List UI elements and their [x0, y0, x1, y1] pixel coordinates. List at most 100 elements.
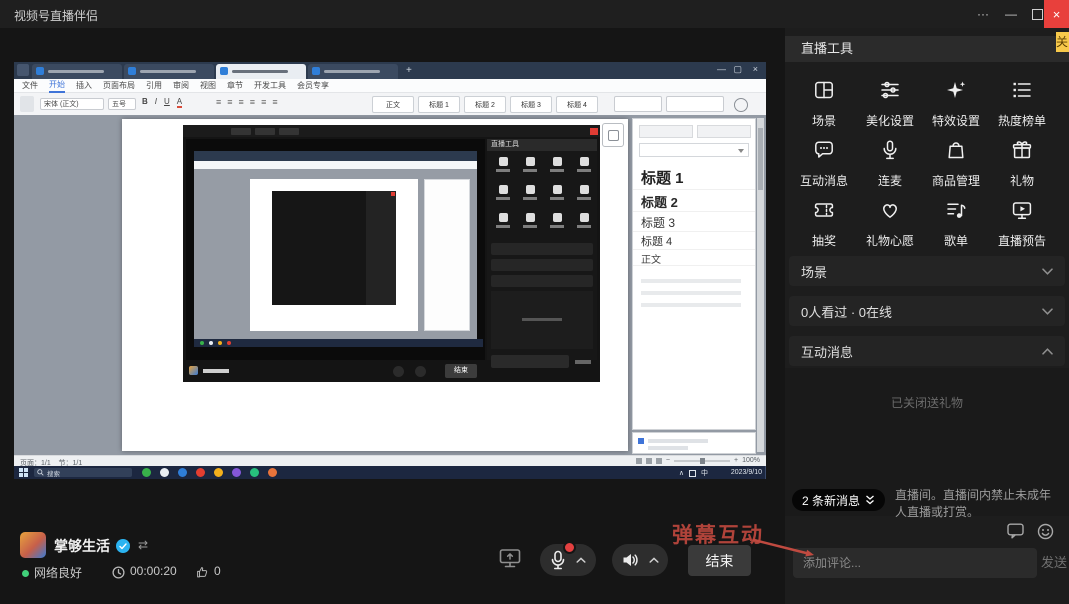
double-chevron-down-icon — [865, 495, 875, 505]
scrollbar-thumb — [758, 128, 763, 190]
send-button[interactable]: 发送 — [1041, 548, 1067, 578]
menu-item: 审阅 — [173, 79, 189, 92]
heat-ranking-icon — [1010, 78, 1034, 102]
tool-effects-settings[interactable]: 特效设置 — [923, 78, 989, 129]
style-item: 标题 2 — [633, 191, 755, 212]
windows-taskbar: 搜索 ∧ 中 2023/9/10 — [14, 466, 766, 479]
tool-gift-wishes[interactable]: 礼物心愿 — [857, 198, 923, 249]
style-chip: 标题 1 — [418, 96, 460, 113]
close-button[interactable]: × — [1044, 0, 1069, 28]
effects-sparkle-icon — [944, 78, 968, 102]
taskbar-app-icon — [250, 468, 259, 477]
menu-item: 章节 — [227, 79, 243, 92]
end-stream-button[interactable]: 结束 — [688, 545, 751, 576]
styles-pane: 标题 1 标题 2 标题 3 标题 4 正文 — [632, 118, 756, 430]
wps-tab-bar: + — ▢ × — [14, 62, 766, 79]
nested-tool-tile — [573, 213, 595, 228]
close-banner-tag[interactable]: 关 — [1056, 32, 1069, 52]
screen-share-button[interactable] — [498, 548, 522, 573]
live-room-notice: 直播间。直播间内禁止未成年 人直播或打赏。 — [895, 487, 1069, 521]
emoji-button[interactable] — [1037, 523, 1054, 545]
tool-scene[interactable]: 场景 — [791, 78, 857, 129]
nested-tool-tile — [546, 213, 568, 228]
section-interactive-messages[interactable]: 互动消息 — [789, 336, 1065, 366]
tool-label: 特效设置 — [923, 112, 989, 129]
section-viewers[interactable]: 0人看过 · 0在线 — [789, 296, 1065, 326]
tool-gifts[interactable]: 礼物 — [989, 138, 1055, 189]
nested-doc-page — [250, 179, 418, 331]
minimize-button[interactable]: — — [997, 0, 1025, 28]
deep-nested-app — [272, 191, 396, 305]
wps-close-icon: × — [753, 64, 758, 74]
selection-mini-pane — [632, 432, 756, 454]
text-bar — [140, 70, 196, 73]
search-icon — [37, 469, 44, 476]
style-item: 正文 — [633, 251, 755, 266]
nested-tool-tile — [546, 157, 568, 172]
beauty-sliders-icon — [878, 78, 902, 102]
style-item: 标题 4 — [633, 233, 755, 250]
tool-lottery[interactable]: 抽奖 — [791, 198, 857, 249]
nested-comment-input — [491, 355, 569, 368]
nested-tool-tile — [519, 157, 541, 172]
style-chip: 正文 — [372, 96, 414, 113]
tool-beauty-settings[interactable]: 美化设置 — [857, 78, 923, 129]
menu-item: 引用 — [146, 79, 162, 92]
taskbar-app-icon — [160, 468, 169, 477]
speaker-button[interactable] — [612, 544, 668, 576]
swap-account-icon[interactable]: ⇄ — [138, 538, 148, 552]
zoom-level: 100% — [742, 457, 760, 464]
taskbar-app-icon — [268, 468, 277, 477]
nested-section-row — [491, 259, 593, 271]
ribbon-tool-box — [666, 96, 724, 112]
taskbar-search-box: 搜索 — [34, 468, 132, 477]
tool-product-management[interactable]: 商品管理 — [923, 138, 989, 189]
view-mode-icon — [646, 458, 652, 464]
view-mode-icon — [636, 458, 642, 464]
wps-document-tab-active — [216, 64, 306, 79]
text-bar — [648, 439, 708, 443]
new-messages-badge[interactable]: 2 条新消息 — [792, 489, 885, 511]
mic-link-icon — [878, 138, 902, 162]
show-desktop-sliver — [765, 466, 766, 479]
document-scrollbar — [757, 118, 764, 452]
title-bar: 视频号直播伴侣 ··· — × — [0, 0, 1069, 28]
tool-live-preview[interactable]: 直播预告 — [989, 198, 1055, 249]
nested-app-icon — [227, 341, 231, 345]
text-bar — [232, 70, 288, 73]
style-chip: 标题 2 — [464, 96, 506, 113]
nested-end-button: 结束 — [445, 364, 477, 378]
chevron-up-icon — [1042, 348, 1053, 355]
verified-badge-icon — [116, 539, 130, 553]
like-count: 0 — [214, 564, 221, 578]
streamer-avatar[interactable] — [20, 532, 46, 558]
nested-section-row — [491, 275, 593, 287]
tool-co-stream[interactable]: 连麦 — [857, 138, 923, 189]
nested-panel-header: 直播工具 — [487, 139, 597, 151]
nested-message-area — [491, 291, 593, 349]
more-menu-button[interactable]: ··· — [969, 0, 997, 28]
style-item: 标题 3 — [633, 213, 755, 232]
taskbar-app-icon — [196, 468, 205, 477]
style-item: 标题 1 — [633, 165, 755, 190]
tool-interactive-messages[interactable]: 互动消息 — [791, 138, 857, 189]
danmaku-toggle-button[interactable] — [1007, 523, 1024, 544]
section-label: 场景 — [801, 262, 827, 281]
menu-item: 视图 — [200, 79, 216, 92]
chevron-down-icon — [1042, 308, 1053, 315]
chevron-up-icon — [576, 557, 586, 563]
wps-maximize-icon: ▢ — [733, 64, 742, 75]
tool-heat-ranking[interactable]: 热度榜单 — [989, 78, 1055, 129]
taskbar-app-icon — [232, 468, 241, 477]
section-scene[interactable]: 场景 — [789, 256, 1065, 286]
text-bar — [48, 70, 104, 73]
wps-doc-icon — [220, 67, 228, 75]
wps-doc-icon — [36, 67, 44, 75]
nested-tool-tile — [519, 185, 541, 200]
wps-document-tab — [32, 64, 122, 79]
tool-label: 礼物心愿 — [857, 232, 923, 249]
comment-input[interactable] — [793, 548, 1037, 578]
tool-playlist[interactable]: 歌单 — [923, 198, 989, 249]
nested-tab-chip — [255, 128, 275, 135]
menu-item: 页面布局 — [103, 79, 135, 92]
